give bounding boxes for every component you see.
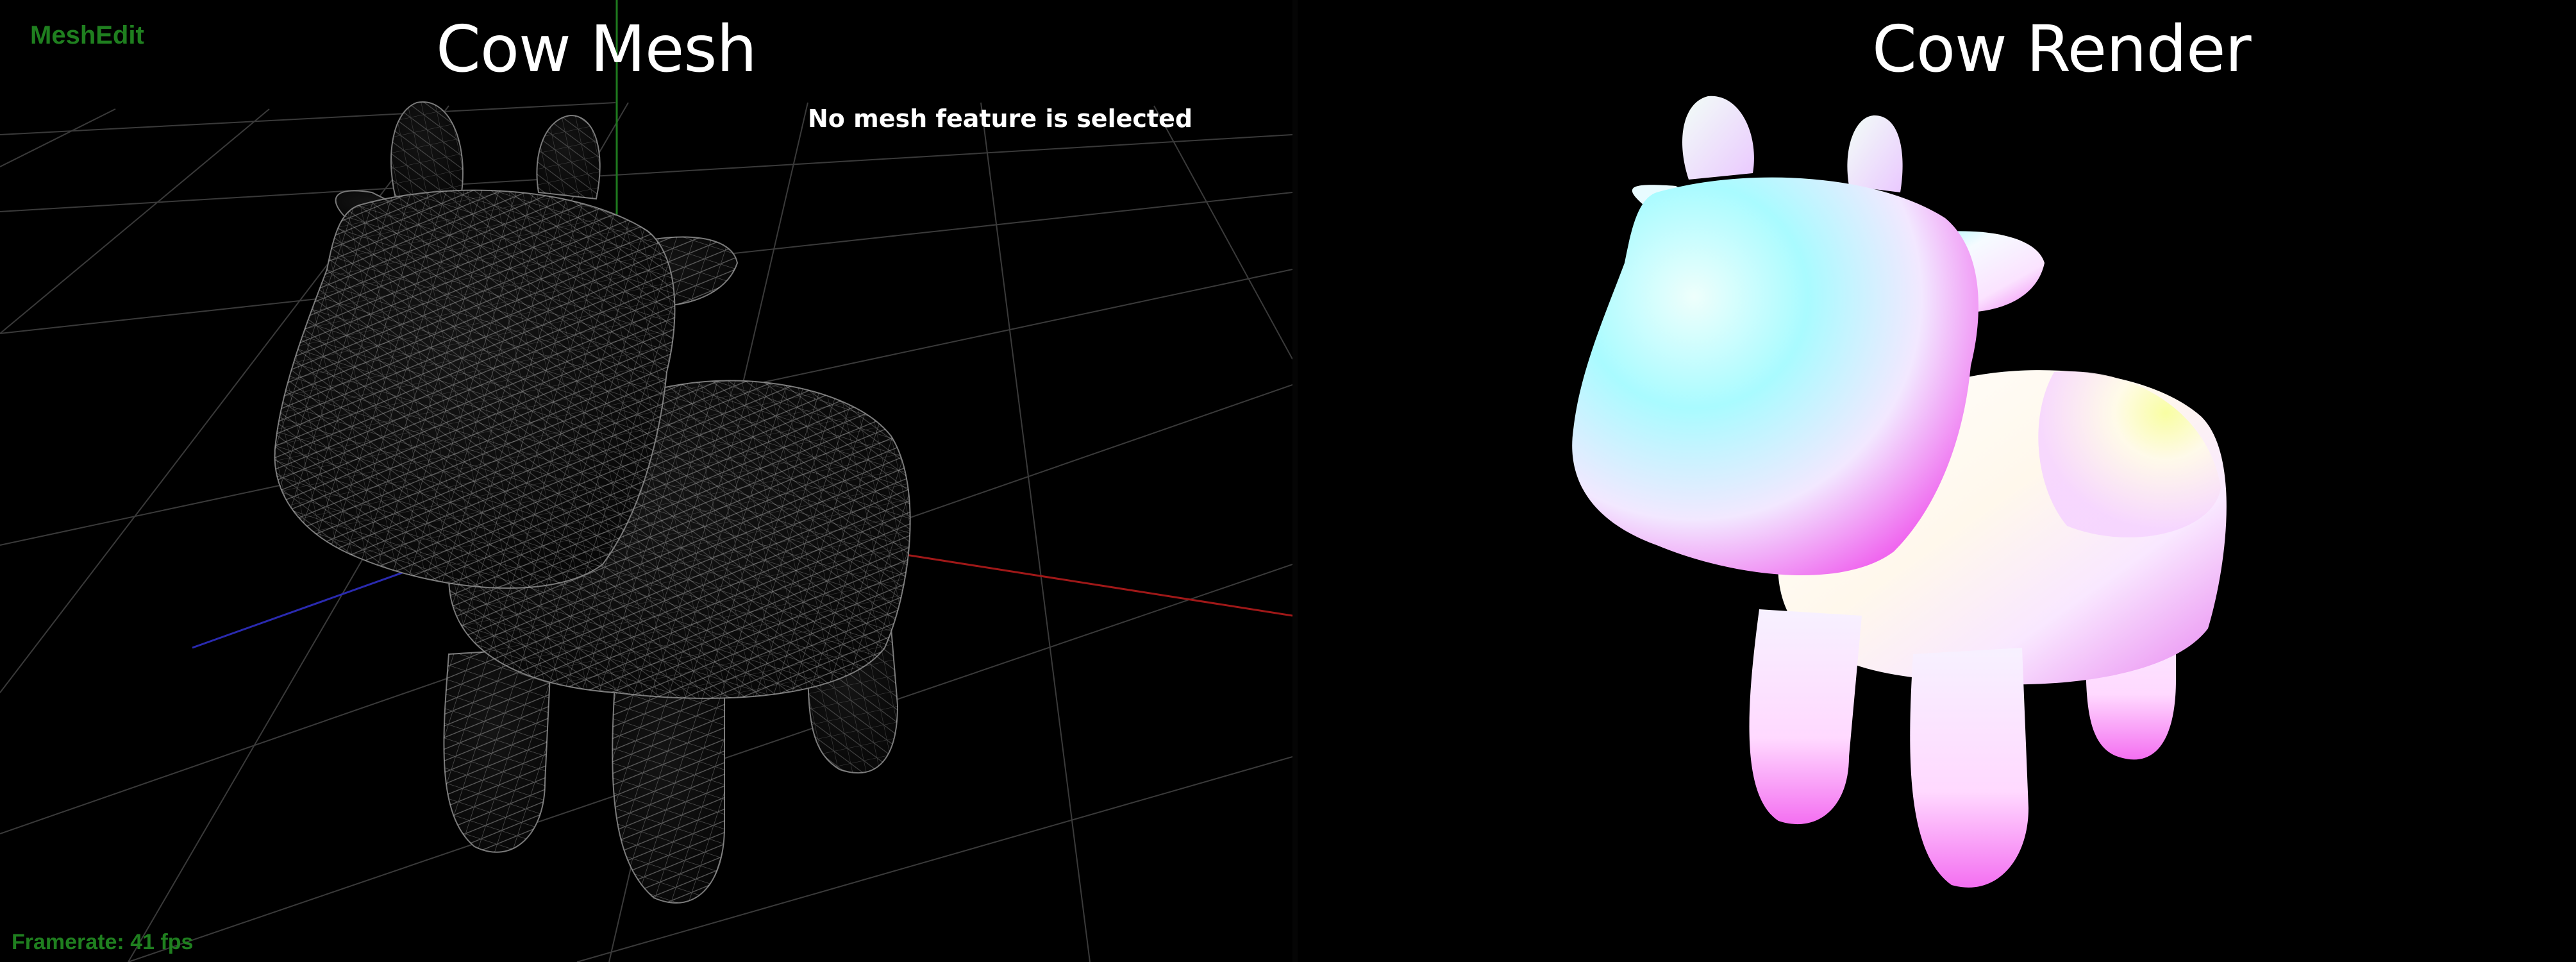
render-canvas[interactable] xyxy=(1298,0,2576,962)
framerate-value: 41 fps xyxy=(130,930,194,954)
mesh-view-title: Cow Mesh xyxy=(436,12,757,87)
viewport-divider xyxy=(1292,0,1298,962)
mesh-canvas[interactable] xyxy=(0,0,1292,962)
selection-status-text: No mesh feature is selected xyxy=(808,105,1193,133)
app-name-label: MeshEdit xyxy=(30,21,144,49)
render-viewport[interactable]: Cow Render xyxy=(1298,0,2576,962)
mesh-viewport[interactable]: MeshEdit Cow Mesh No mesh feature is sel… xyxy=(0,0,1292,962)
render-view-title: Cow Render xyxy=(1872,12,2252,87)
framerate-readout: Framerate: 41 fps xyxy=(12,930,193,955)
meshedit-window: MeshEdit Cow Mesh No mesh feature is sel… xyxy=(0,0,2576,962)
cow-wireframe[interactable] xyxy=(274,101,911,904)
framerate-label: Framerate: xyxy=(12,930,124,954)
cow-render[interactable] xyxy=(1572,96,2227,888)
